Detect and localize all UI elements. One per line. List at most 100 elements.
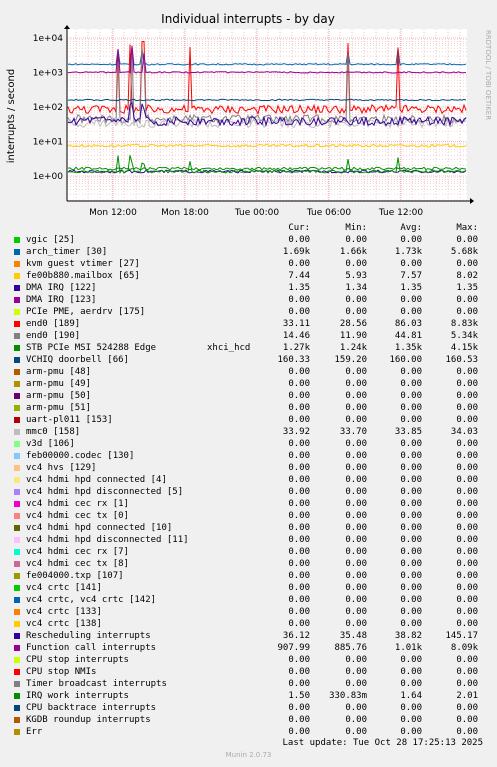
legend-label: vc4 hdmi cec tx [0]	[26, 511, 129, 521]
legend: Cur: Min: Avg: Max: vgic [25] 0.00 0.00 0.0…	[12, 222, 490, 738]
legend-swatch	[14, 489, 20, 495]
legend-row: uart-pl011 [153] 0.00 0.00 0.00 0.00	[12, 414, 490, 426]
legend-swatch	[14, 585, 20, 591]
legend-row: IRQ work interrupts 1.50 330.83m 1.64 2.01	[12, 690, 490, 702]
legend-max: 8.02	[456, 271, 478, 281]
legend-row: CPU stop NMIs 0.00 0.00 0.00 0.00	[12, 666, 490, 678]
legend-max: 0.00	[456, 667, 478, 677]
legend-max: 0.00	[456, 295, 478, 305]
legend-swatch	[14, 285, 20, 291]
legend-swatch	[14, 309, 20, 315]
legend-swatch	[14, 465, 20, 471]
legend-row: vc4 hdmi cec tx [8] 0.00 0.00 0.00 0.00	[12, 558, 490, 570]
legend-row: arm-pmu [49] 0.00 0.00 0.00 0.00	[12, 378, 490, 390]
legend-swatch	[14, 681, 20, 687]
legend-max: 0.00	[456, 403, 478, 413]
legend-label: end0 [190]	[26, 331, 81, 341]
legend-row: feb00000.codec [130] 0.00 0.00 0.00 0.00	[12, 450, 490, 462]
legend-max: 145.17	[445, 631, 478, 641]
legend-swatch	[14, 621, 20, 627]
legend-label: fe004000.txp [107]	[26, 571, 124, 581]
rrdtool-credit: RRDTOOL / TOBI OETIKER	[484, 30, 492, 120]
legend-row: vc4 hdmi hpd connected [4] 0.00 0.00 0.00 0.…	[12, 474, 490, 486]
legend-swatch	[14, 261, 20, 267]
y-tick-label: 1e+03	[33, 69, 63, 79]
legend-label: feb00000.codec [130]	[26, 451, 135, 461]
legend-label: DMA IRQ [123]	[26, 295, 97, 305]
legend-label: v3d [106]	[26, 439, 75, 449]
legend-row: vc4 crtc [138] 0.00 0.00 0.00 0.00	[12, 618, 490, 630]
legend-label: uart-pl011 [153]	[26, 415, 113, 425]
legend-max: 0.00	[456, 259, 478, 269]
legend-row: vc4 hdmi cec rx [7] 0.00 0.00 0.00 0.00	[12, 546, 490, 558]
legend-swatch	[14, 729, 20, 735]
legend-label: CPU stop NMIs	[26, 667, 97, 677]
legend-swatch	[14, 453, 20, 459]
legend-max: 0.00	[456, 571, 478, 581]
legend-label: arm-pmu [51]	[26, 403, 92, 413]
y-tick-label: 1e+00	[33, 172, 64, 182]
x-tick-label: Mon 18:00	[161, 208, 209, 218]
legend-max: 4.15k	[450, 343, 478, 353]
legend-max: 0.00	[456, 655, 478, 665]
legend-max: 0.00	[456, 415, 478, 425]
legend-swatch	[14, 297, 20, 303]
legend-max: 0.00	[456, 235, 478, 245]
legend-swatch	[14, 561, 20, 567]
legend-row: vc4 hvs [129] 0.00 0.00 0.00 0.00	[12, 462, 490, 474]
legend-max: 0.00	[456, 391, 478, 401]
legend-max: 0.00	[456, 583, 478, 593]
legend-row: DMA IRQ [123] 0.00 0.00 0.00 0.00	[12, 294, 490, 306]
legend-row: end0 [190] 14.46 11.90 44.81 5.34k	[12, 330, 490, 342]
legend-row: CPU stop interrupts 0.00 0.00 0.00 0.00	[12, 654, 490, 666]
y-axis-arrow	[64, 25, 70, 29]
legend-label: vc4 hdmi hpd connected [10]	[26, 523, 173, 533]
legend-max: 0.00	[456, 367, 478, 377]
x-tick-label: Tue 06:00	[306, 208, 351, 218]
legend-label: vc4 crtc [138]	[26, 619, 102, 629]
legend-max: 0.00	[456, 559, 478, 569]
legend-max: 0.00	[456, 619, 478, 629]
legend-max: 0.00	[456, 451, 478, 461]
legend-label: vc4 hdmi cec tx [8]	[26, 559, 129, 569]
legend-label: vgic [25]	[26, 235, 75, 245]
legend-max: 0.00	[456, 439, 478, 449]
legend-label: DMA IRQ [122]	[26, 283, 97, 293]
legend-label: VCHIQ doorbell [66]	[26, 355, 129, 365]
legend-row: arm-pmu [51] 0.00 0.00 0.00 0.00	[12, 402, 490, 414]
legend-header: Cur: Min: Avg: Max:	[12, 222, 490, 234]
legend-rows: vgic [25] 0.00 0.00 0.00 0.00 arch_timer [30]…	[12, 234, 490, 738]
legend-swatch	[14, 273, 20, 279]
legend-swatch	[14, 717, 20, 723]
legend-swatch	[14, 645, 20, 651]
legend-max: 160.53	[445, 355, 478, 365]
x-tick-label: Tue 12:00	[378, 208, 423, 218]
legend-swatch	[14, 441, 20, 447]
legend-row: end0 [189] 33.11 28.56 86.03 8.83k	[12, 318, 490, 330]
legend-swatch	[14, 417, 20, 423]
legend-row: vc4 hdmi hpd connected [10] 0.00 0.00 0.00 0…	[12, 522, 490, 534]
legend-row: v3d [106] 0.00 0.00 0.00 0.00	[12, 438, 490, 450]
legend-swatch	[14, 705, 20, 711]
legend-swatch	[14, 345, 20, 351]
legend-max: 0.00	[456, 715, 478, 725]
last-update: Last update: Tue Oct 28 17:25:13 2025	[282, 738, 483, 748]
legend-row: CPU backtrace interrupts 0.00 0.00 0.00 0.00	[12, 702, 490, 714]
legend-label: arch_timer [30]	[26, 247, 108, 257]
legend-max: 0.00	[456, 379, 478, 389]
legend-label: end0 [189]	[26, 319, 81, 329]
legend-max: 0.00	[456, 487, 478, 497]
legend-max: 0.00	[456, 727, 478, 737]
legend-label: Function call interrupts	[26, 643, 157, 653]
legend-max: 0.00	[456, 463, 478, 473]
y-tick-label: 1e+02	[33, 103, 63, 113]
legend-row: vc4 crtc [141] 0.00 0.00 0.00 0.00	[12, 582, 490, 594]
legend-row: DMA IRQ [122] 1.35 1.34 1.35 1.35	[12, 282, 490, 294]
x-tick-label: Mon 12:00	[89, 208, 137, 218]
legend-row: KGDB roundup interrupts 0.00 0.00 0.00 0.00	[12, 714, 490, 726]
y-axis-label: interrupts / second	[6, 69, 17, 163]
legend-max: 0.00	[456, 547, 478, 557]
header-max: Max:	[456, 223, 478, 233]
legend-label: STB PCIe MSI 524288 Edge	[26, 343, 157, 353]
y-tick-label: 1e+04	[33, 34, 64, 44]
